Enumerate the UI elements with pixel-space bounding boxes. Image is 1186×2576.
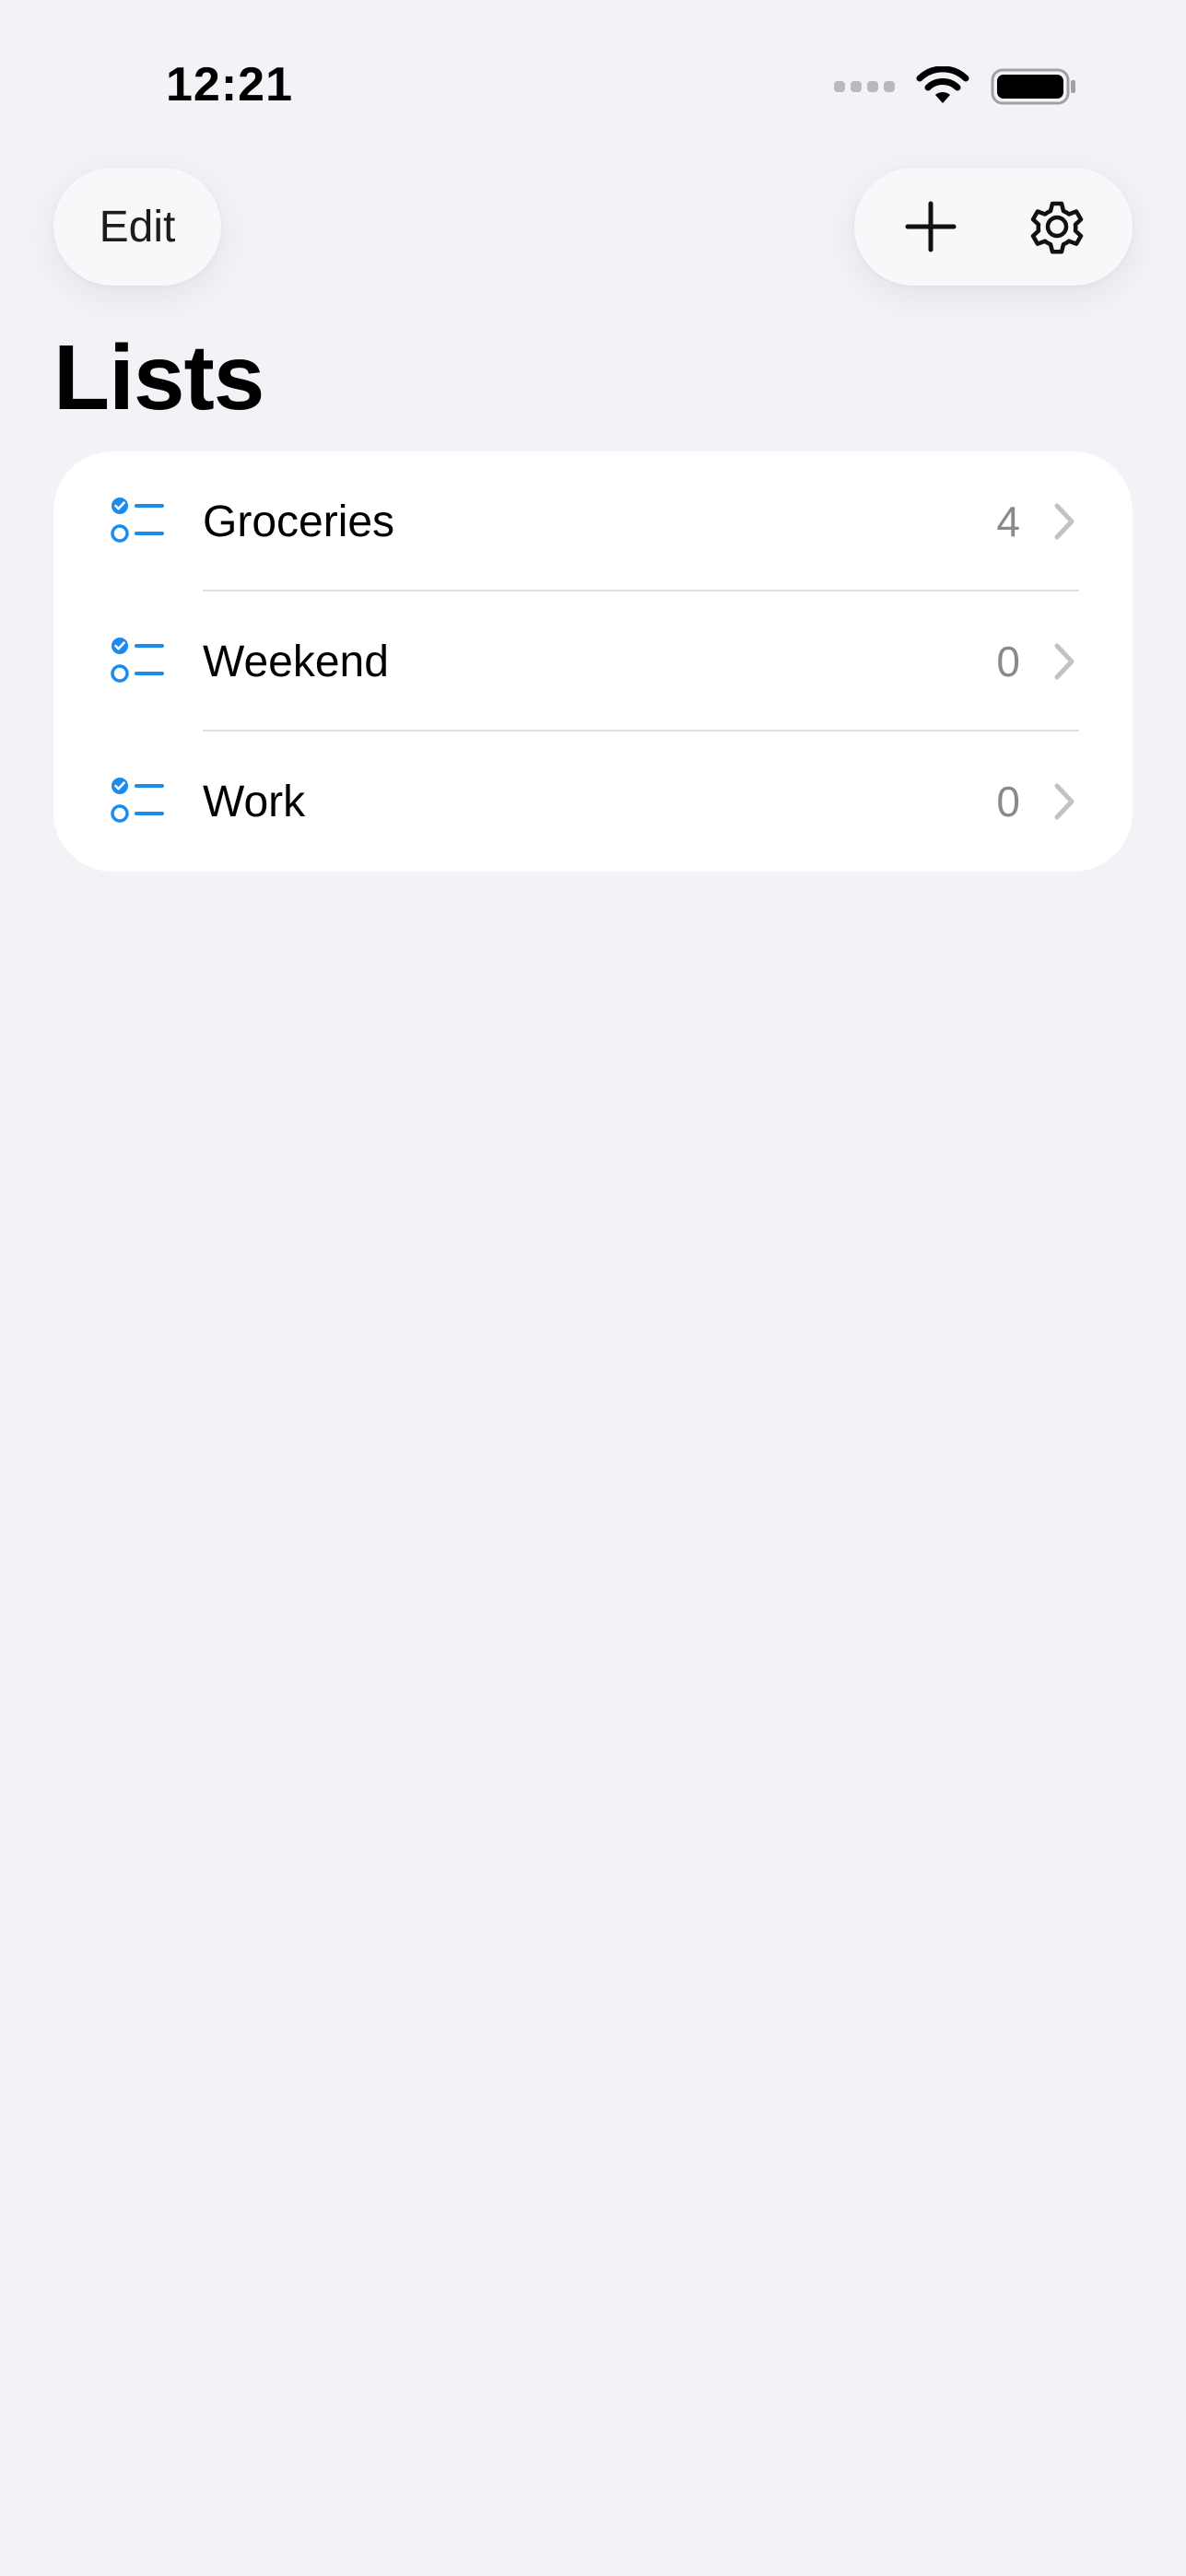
- list-item-weekend[interactable]: Weekend 0: [53, 591, 1133, 732]
- list-item-work[interactable]: Work 0: [53, 732, 1133, 872]
- chevron-right-icon: [1054, 783, 1074, 820]
- list-item-count: 0: [996, 638, 1020, 685]
- wifi-icon: [916, 66, 969, 103]
- page-title: Lists: [53, 326, 264, 429]
- plus-icon: [905, 201, 956, 252]
- status-icons: [834, 64, 1077, 109]
- cellular-signal-icon: [834, 81, 895, 92]
- checklist-icon: [111, 638, 164, 683]
- list-item-label: Work: [203, 777, 306, 826]
- toolbar-actions: [854, 168, 1133, 286]
- list-item-count: 4: [996, 498, 1020, 545]
- gear-icon: [1030, 201, 1083, 254]
- status-time: 12:21: [166, 58, 293, 111]
- chevron-right-icon: [1054, 643, 1074, 680]
- battery-icon: [991, 68, 1075, 105]
- checklist-icon: [111, 498, 164, 543]
- status-bar: 12:21: [0, 0, 1186, 157]
- list-item-label: Weekend: [203, 637, 389, 686]
- lists-card: Groceries 4 Weekend 0 Work 0: [53, 451, 1133, 872]
- list-item-label: Groceries: [203, 497, 395, 546]
- settings-button[interactable]: [1002, 171, 1112, 282]
- chevron-right-icon: [1054, 503, 1074, 540]
- checklist-icon: [111, 778, 164, 823]
- add-list-button[interactable]: [875, 171, 986, 282]
- list-item-groceries[interactable]: Groceries 4: [53, 451, 1133, 591]
- edit-button[interactable]: Edit: [53, 168, 221, 286]
- list-item-count: 0: [996, 778, 1020, 825]
